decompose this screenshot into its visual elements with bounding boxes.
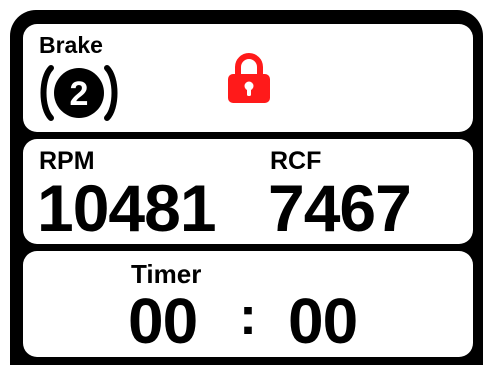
- lock-icon[interactable]: [226, 52, 272, 104]
- brake-level-icon: 2: [40, 65, 118, 121]
- timer-seconds: 00: [288, 285, 358, 357]
- timer-minutes: 00: [128, 285, 198, 357]
- timer-panel[interactable]: Timer 00 : 00: [23, 251, 473, 357]
- timer-separator: :: [239, 286, 257, 346]
- timer-label: Timer: [131, 259, 202, 289]
- rpm-value: 10481: [37, 171, 217, 245]
- brake-level-value: 2: [70, 75, 89, 113]
- brake-label: Brake: [39, 32, 103, 58]
- speed-panel[interactable]: RPM 10481 RCF 7467: [23, 139, 473, 244]
- rcf-value: 7467: [268, 171, 412, 245]
- brake-panel[interactable]: Brake 2: [23, 24, 473, 132]
